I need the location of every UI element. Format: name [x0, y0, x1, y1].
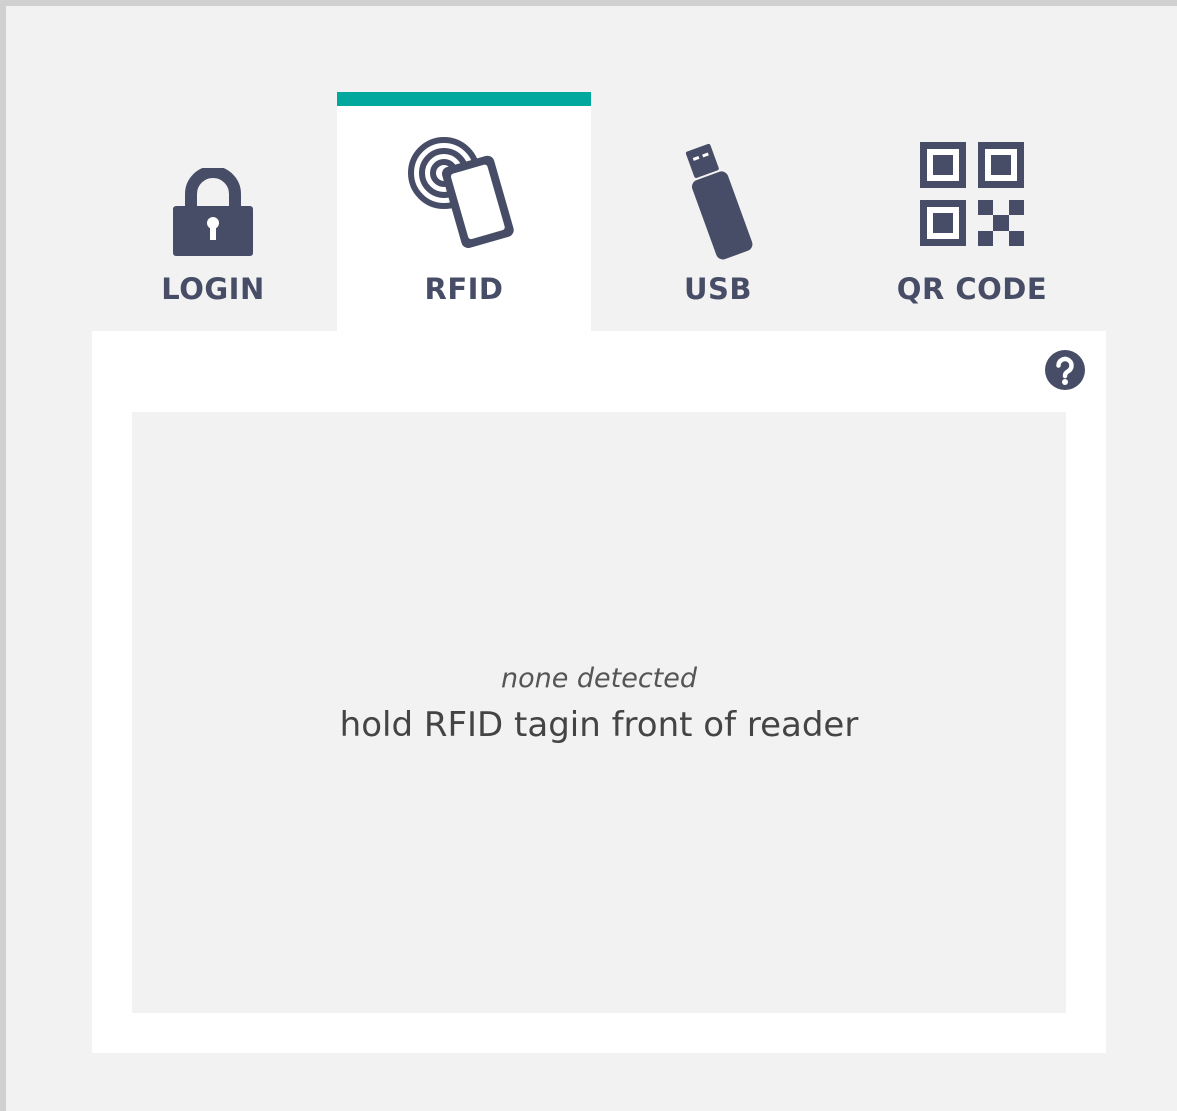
active-tab-indicator	[337, 92, 591, 106]
tab-usb[interactable]: USB	[591, 92, 845, 332]
usb-stick-icon	[685, 143, 753, 260]
tab-qr-code[interactable]: QR CODE	[845, 92, 1099, 332]
tab-label: USB	[683, 272, 753, 306]
app-frame: LOGIN RFID USB QR CODE none detected hol…	[6, 6, 1177, 1111]
question-circle-icon[interactable]	[1045, 350, 1085, 390]
detection-status: none detected	[500, 663, 698, 694]
tab-rfid[interactable]: RFID	[337, 92, 591, 332]
qr-code-icon	[920, 142, 1024, 246]
rfid-reader-area: none detected hold RFID tagin front of r…	[132, 412, 1066, 1013]
rfid-panel: none detected hold RFID tagin front of r…	[92, 331, 1106, 1053]
tab-label: LOGIN	[161, 272, 265, 306]
tab-login[interactable]: LOGIN	[86, 92, 340, 332]
reader-instruction: hold RFID tagin front of reader	[339, 705, 859, 745]
padlock-icon	[173, 168, 253, 256]
tab-label: QR CODE	[896, 272, 1048, 306]
rfid-card-icon	[408, 137, 514, 248]
tab-label: RFID	[424, 272, 504, 306]
